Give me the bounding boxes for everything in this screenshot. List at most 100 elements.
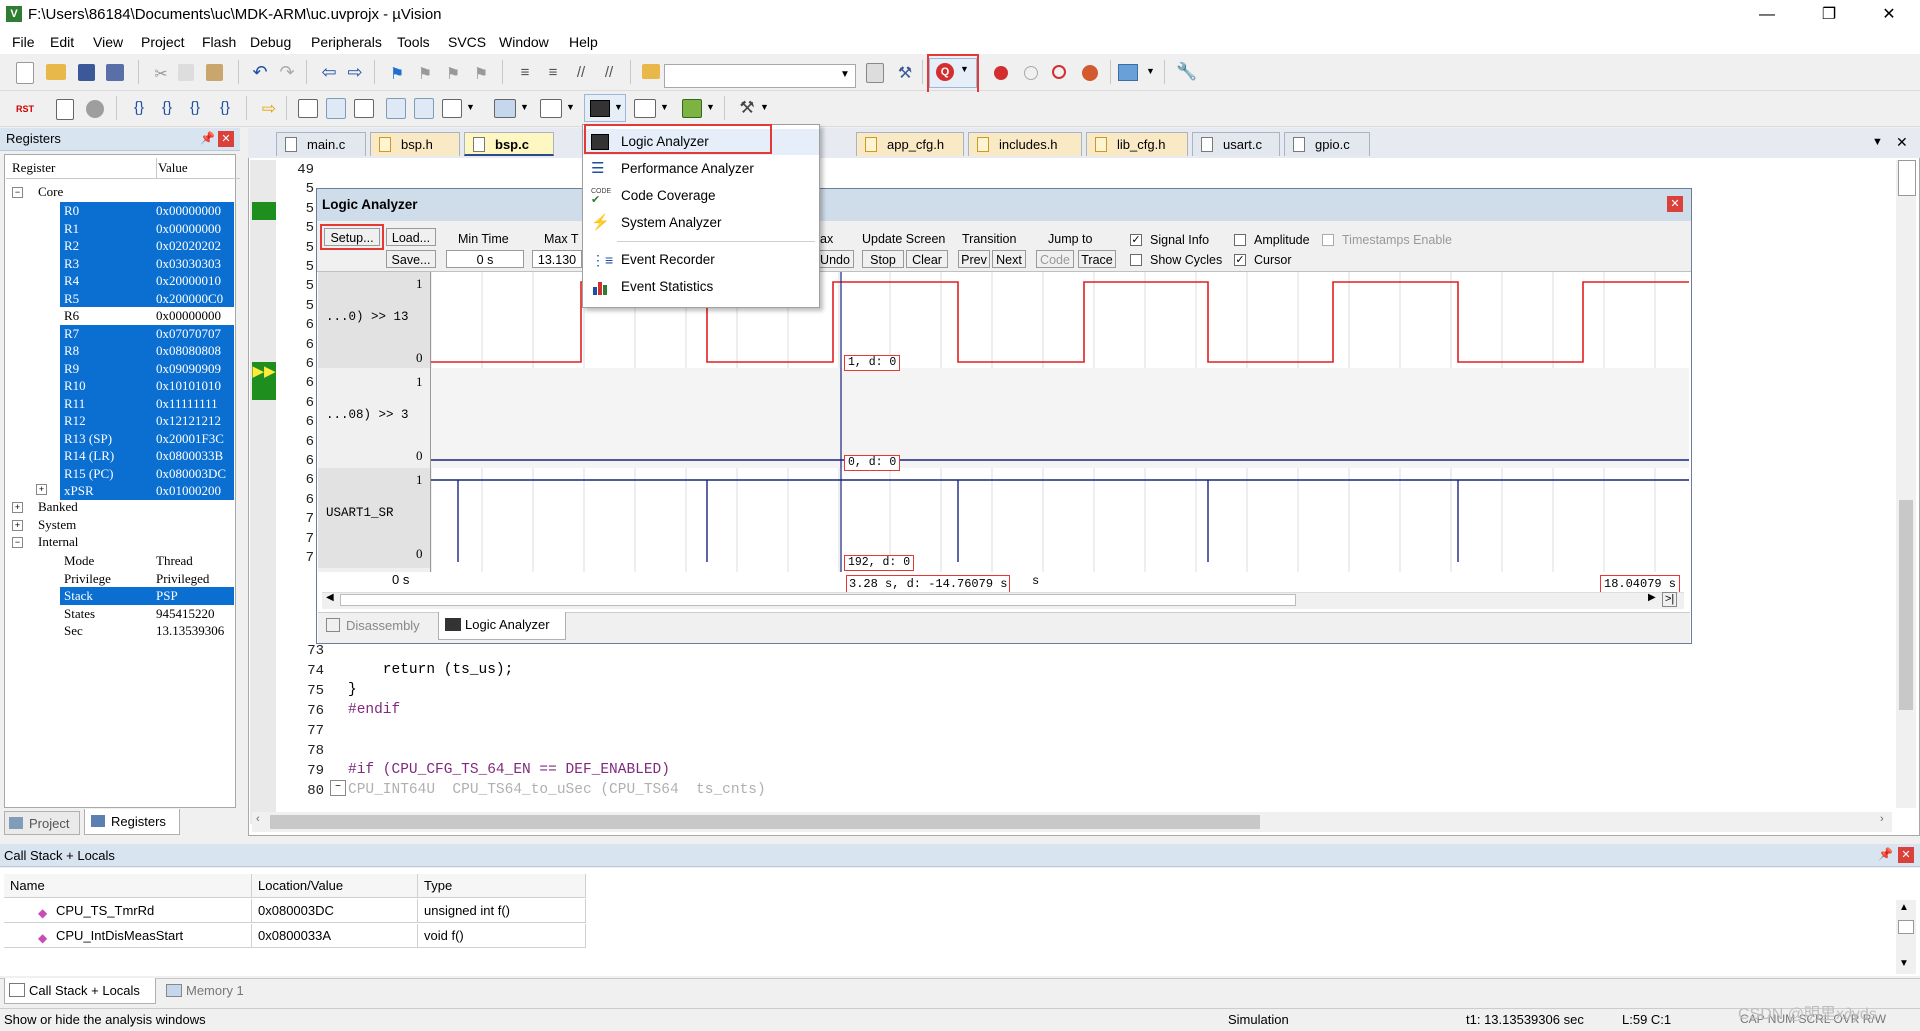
register-row[interactable]: R3 0x03030303 — [60, 254, 234, 272]
redo-icon[interactable]: ↷ — [276, 62, 298, 84]
open-folder-icon[interactable] — [46, 64, 66, 80]
show-cycles-checkbox[interactable] — [1130, 254, 1142, 266]
register-row[interactable]: R4 0x20000010 — [60, 272, 234, 290]
menu-file[interactable]: File — [12, 34, 35, 50]
clear-button[interactable]: Clear — [906, 250, 948, 268]
callstack-scroll-thumb[interactable] — [1898, 920, 1914, 934]
internal-register-row[interactable]: Privilege Privileged — [60, 570, 234, 588]
collapse-icon[interactable]: − — [12, 187, 23, 198]
register-row[interactable]: R2 0x02020202 — [60, 237, 234, 255]
scroll-up-icon[interactable]: ▲ — [1899, 902, 1909, 913]
tab-usart-c[interactable]: usart.c — [1192, 132, 1280, 156]
debug-session-icon[interactable]: ⚒ — [894, 63, 916, 85]
system-group-label[interactable]: System — [38, 517, 76, 533]
restore-button[interactable]: ❐ — [1806, 0, 1852, 30]
code-button[interactable]: Code — [1036, 250, 1074, 268]
undo-icon[interactable]: ↶ — [249, 62, 271, 84]
expand-icon[interactable]: + — [12, 502, 23, 513]
serial-dropdown-icon[interactable]: ▼ — [566, 102, 575, 112]
menu-peripherals[interactable]: Peripherals — [311, 34, 382, 50]
serial-windows-icon[interactable] — [540, 99, 562, 118]
tab-main-c[interactable]: main.c — [276, 132, 366, 156]
trace-dropdown-icon[interactable]: ▼ — [660, 102, 669, 112]
prev-button[interactable]: Prev — [958, 250, 990, 268]
step-out-icon[interactable]: {} — [184, 99, 206, 121]
minimize-button[interactable]: — — [1744, 0, 1790, 30]
menu-view[interactable]: View — [93, 34, 123, 50]
toolbox-dropdown-icon[interactable]: ▼ — [760, 102, 769, 112]
comment-icon[interactable]: // — [570, 64, 592, 86]
tab-call-stack-locals[interactable]: Call Stack + Locals — [4, 978, 156, 1004]
menu-debug[interactable]: Debug — [250, 34, 291, 50]
find-in-files-icon[interactable] — [642, 64, 660, 79]
register-column-header[interactable]: Register — [6, 158, 157, 179]
editor-vertical-scrollbar[interactable] — [1896, 160, 1916, 808]
code-line[interactable]: #endif — [348, 702, 400, 718]
code-line[interactable]: CPU_INT64U CPU_TS64_to_uSec (CPU_TS64 ts… — [348, 782, 766, 798]
tab-bsp-h[interactable]: bsp.h — [370, 132, 460, 156]
enable-breakpoint-icon[interactable] — [1024, 66, 1038, 80]
callstack-header-name[interactable]: Name — [4, 874, 252, 898]
indent-icon[interactable]: ≡ — [514, 64, 536, 86]
stop-icon[interactable] — [86, 100, 104, 118]
callstack-row-type[interactable]: unsigned int f() — [418, 899, 586, 923]
editor-hscroll-thumb[interactable] — [270, 815, 1260, 829]
register-row[interactable]: R11 0x11111111 — [60, 394, 234, 412]
stop-button[interactable]: Stop — [862, 250, 904, 268]
kill-breakpoints-icon[interactable] — [1082, 65, 1098, 81]
expand-icon[interactable]: + — [12, 520, 23, 531]
menu-item-event-statistics[interactable]: Event Statistics — [583, 274, 819, 300]
register-row[interactable]: R7 0x07070707 — [60, 324, 234, 342]
uncomment-icon[interactable]: // — [598, 64, 620, 86]
memory-dropdown-icon[interactable]: ▼ — [520, 102, 529, 112]
command-window-icon[interactable] — [298, 99, 318, 118]
timestamps-checkbox[interactable] — [1322, 234, 1334, 246]
menu-item-event-recorder[interactable]: ⋮≡ Event Recorder — [583, 247, 819, 273]
menu-flash[interactable]: Flash — [202, 34, 236, 50]
save-all-icon[interactable] — [106, 64, 124, 81]
internal-register-row[interactable]: Mode Thread — [60, 552, 234, 570]
disassembly-window-icon[interactable] — [326, 98, 346, 119]
panel-close-icon[interactable]: ✕ — [1898, 847, 1914, 863]
expand-icon[interactable]: + — [36, 484, 47, 495]
prev-bookmark-icon[interactable]: ⚑ — [414, 64, 436, 86]
scroll-down-icon[interactable]: ▼ — [1899, 958, 1909, 969]
system-viewer-dropdown-icon[interactable]: ▼ — [706, 102, 715, 112]
registers-window-icon[interactable] — [386, 98, 406, 119]
watch-windows-icon[interactable] — [442, 99, 462, 118]
signal-info-checkbox[interactable]: ✓ — [1130, 234, 1142, 246]
new-file-icon[interactable] — [16, 62, 34, 84]
register-row[interactable]: R6 0x00000000 — [60, 307, 234, 325]
callstack-header-type[interactable]: Type — [418, 874, 586, 898]
register-row[interactable]: R8 0x08080808 — [60, 342, 234, 360]
navigate-forward-icon[interactable]: ⇨ — [344, 62, 366, 84]
menu-tools[interactable]: Tools — [397, 34, 430, 50]
cut-icon[interactable]: ✂ — [150, 64, 172, 86]
callstack-row-name[interactable]: ◆ CPU_TS_TmrRd — [4, 899, 252, 923]
insert-breakpoint-icon[interactable] — [994, 66, 1008, 80]
system-viewer-icon[interactable] — [682, 99, 702, 118]
internal-register-row[interactable]: Sec 13.13539306 — [60, 622, 234, 640]
menu-svcs[interactable]: SVCS — [448, 34, 486, 50]
scroll-right-icon[interactable]: › — [1880, 813, 1884, 825]
logic-analyzer-close-icon[interactable]: ✕ — [1667, 196, 1683, 212]
tab-gpio-c[interactable]: gpio.c — [1284, 132, 1370, 156]
menu-project[interactable]: Project — [141, 34, 185, 50]
show-next-statement-icon[interactable]: ⇨ — [258, 99, 280, 121]
panel-close-icon[interactable]: ✕ — [218, 131, 234, 147]
scroll-left-icon[interactable]: ‹ — [256, 813, 260, 825]
unindent-icon[interactable]: ≡ — [542, 64, 564, 86]
register-row[interactable]: R15 (PC) 0x080003DC — [60, 464, 234, 482]
split-bar[interactable] — [1898, 160, 1916, 196]
callstack-row-name[interactable]: ◆ CPU_IntDisMeasStart — [4, 924, 252, 948]
trace-button[interactable]: Trace — [1078, 250, 1116, 268]
window-layout-dropdown-icon[interactable]: ▼ — [1146, 66, 1155, 76]
toolbox-icon[interactable]: ⚒ — [736, 98, 758, 120]
tab-logic-analyzer[interactable]: Logic Analyzer — [438, 612, 566, 640]
next-button[interactable]: Next — [992, 250, 1026, 268]
next-bookmark-icon[interactable]: ⚑ — [442, 64, 464, 86]
trace-windows-icon[interactable] — [634, 99, 656, 118]
pin-icon[interactable]: 📌 — [1878, 847, 1893, 861]
save-icon[interactable] — [78, 64, 95, 81]
internal-register-row[interactable]: Stack PSP — [60, 587, 234, 605]
